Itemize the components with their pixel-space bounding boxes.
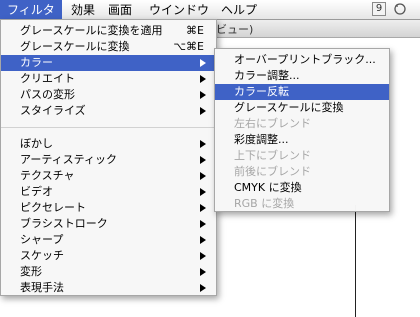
submenu-arrow-icon [200,248,208,264]
menu-item-distort-path[interactable]: パスの変形 [1,87,216,103]
menu-item-brush-strokes[interactable]: ブラシストローク [1,216,216,232]
menu-item-sketch[interactable]: スケッチ [1,248,216,264]
submenu-arrow-icon [200,136,208,152]
menu-help[interactable]: ヘルプ [214,0,264,20]
menu-window[interactable]: ウインドウ [142,0,216,20]
submenu-arrow-icon [200,216,208,232]
submenu-arrow-icon [200,152,208,168]
menu-item-blend-horizontally[interactable]: 左右にブレンド [215,116,389,132]
menu-item-video[interactable]: ビデオ [1,184,216,200]
filter-menu: グレースケールに変換を適用 ⌘E グレースケールに変換 ⌥⌘E カラー クリエイ… [0,19,217,296]
script-menu-icon[interactable]: 9 [372,2,386,16]
menu-view[interactable]: 画面 [101,0,139,20]
menu-item-sharpen[interactable]: シャープ [1,232,216,248]
menu-item-color[interactable]: カラー [1,55,216,71]
menu-item-overprint-black[interactable]: オーバープリントブラック... [215,52,389,68]
menu-item-create[interactable]: クリエイト [1,71,216,87]
menu-item-pixelate[interactable]: ピクセレート [1,200,216,216]
menu-item-convert-cmyk[interactable]: CMYK に変換 [215,180,389,196]
menu-item-texture[interactable]: テクスチャ [1,168,216,184]
submenu-arrow-icon [200,55,208,71]
menu-item-convert-grayscale-sub[interactable]: グレースケールに変換 [215,100,389,116]
menu-item-adjust-colors[interactable]: カラー調整... [215,68,389,84]
document-artboard-edge [355,205,356,317]
menu-item-blend-front-to-back[interactable]: 前後にブレンド [215,164,389,180]
menu-separator [1,127,216,128]
submenu-arrow-icon [200,71,208,87]
submenu-arrow-icon [200,264,208,280]
submenu-arrow-icon [200,232,208,248]
menu-effect[interactable]: 効果 [64,0,102,20]
menu-item-convert-rgb[interactable]: RGB に変換 [215,196,389,212]
menu-item-artistic-method[interactable]: 表現手法 [1,280,216,296]
menu-item-invert-colors[interactable]: カラー反転 [215,84,389,100]
document-window-title: ビュー) [216,23,254,36]
submenu-arrow-icon [200,168,208,184]
document-window-titlebar: ビュー) [214,20,420,38]
submenu-arrow-icon [200,87,208,103]
color-submenu: オーバープリントブラック... カラー調整... カラー反転 グレースケールに変… [214,48,390,212]
menu-item-apply-grayscale[interactable]: グレースケールに変換を適用 ⌘E [1,23,216,39]
menu-bar: フィルタ 効果 画面 ウインドウ ヘルプ 9 [0,0,420,20]
menu-filter[interactable]: フィルタ [0,0,62,20]
menu-item-distort[interactable]: 変形 [1,264,216,280]
menu-item-convert-grayscale[interactable]: グレースケールに変換 ⌥⌘E [1,39,216,55]
submenu-arrow-icon [200,103,208,119]
menu-item-stylize[interactable]: スタイライズ [1,103,216,119]
sync-icon[interactable] [392,2,408,16]
submenu-arrow-icon [200,280,208,296]
menu-item-artistic[interactable]: アーティスティック [1,152,216,168]
submenu-arrow-icon [200,200,208,216]
submenu-arrow-icon [200,184,208,200]
menu-item-blend-vertically[interactable]: 上下にブレンド [215,148,389,164]
menu-item-blur[interactable]: ぼかし [1,136,216,152]
menu-item-saturate[interactable]: 彩度調整... [215,132,389,148]
